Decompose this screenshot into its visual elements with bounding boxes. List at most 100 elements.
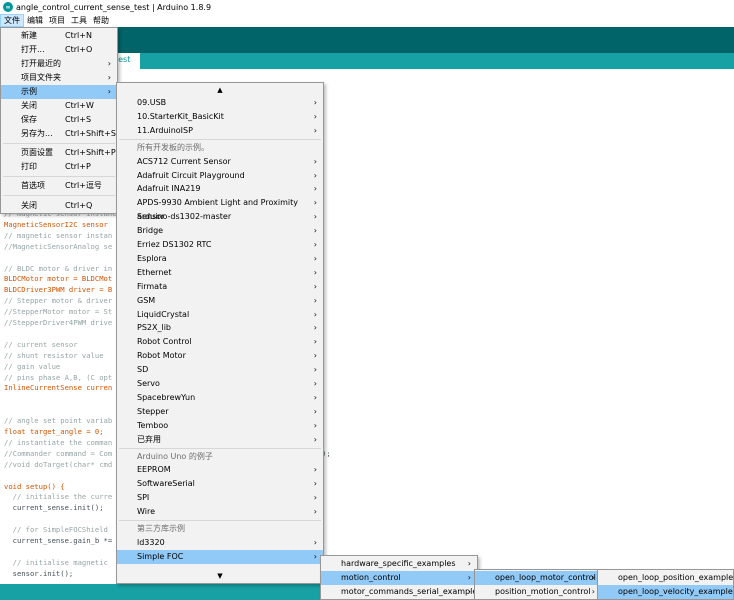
example-item[interactable]: SpacebrewYun › <box>117 391 323 405</box>
menu-item-label: 保存 <box>21 115 37 124</box>
menu-item-label: 关闭 <box>21 101 37 110</box>
menu-item-label: 10.StarterKit_BasicKit <box>137 111 224 121</box>
menu-item-label: 示例 <box>21 87 37 96</box>
example-item[interactable]: GSM › <box>117 294 323 308</box>
example-item[interactable]: Simple FOC › <box>117 549 323 564</box>
example-item[interactable]: APDS-9930 Ambient Light and Proximity Se… <box>117 196 323 221</box>
menu-item-print[interactable]: 打印 Ctrl+P <box>1 160 117 174</box>
code-line: //StepperMotor motor = St <box>4 307 113 317</box>
menu-item-open-loop-position-example[interactable]: open_loop_position_example <box>598 571 733 585</box>
chevron-right-icon: › <box>313 379 317 388</box>
menu-item-motor-commands-serial-examples[interactable]: motor_commands_serial_examples › <box>321 585 481 599</box>
menu-item-label: Simple FOC <box>137 551 184 561</box>
code-line: BLDCMotor motor = BLDCMot <box>4 274 113 284</box>
chevron-right-icon: › <box>467 573 471 582</box>
example-item[interactable]: Servo › <box>117 377 323 391</box>
example-item[interactable]: ld3320 › <box>117 536 323 550</box>
menu-item-page-setup[interactable]: 页面设置 Ctrl+Shift+P <box>1 146 117 160</box>
example-item[interactable]: Temboo › <box>117 419 323 433</box>
code-line: //StepperDriver4PWM drive <box>4 318 113 327</box>
example-item[interactable]: Erriez DS1302 RTC › <box>117 238 323 252</box>
menu-edit[interactable]: 编辑 <box>24 14 46 27</box>
example-item[interactable]: Ethernet › <box>117 266 323 280</box>
example-item[interactable]: 11.ArduinoISP › <box>117 124 323 138</box>
menu-item-label: Ethernet <box>137 267 172 277</box>
example-item[interactable]: 09.USB › <box>117 96 323 110</box>
code-line: InlineCurrentSense curren <box>4 383 113 393</box>
chevron-right-icon: › <box>107 73 111 82</box>
shortcut-label: Ctrl+Shift+S <box>65 129 116 138</box>
menu-item-label: 09.USB <box>137 98 167 107</box>
example-item[interactable]: Firmata › <box>117 280 323 294</box>
example-item[interactable]: LiquidCrystal › <box>117 308 323 322</box>
menu-item-open-loop-motor-control[interactable]: open_loop_motor_control › <box>475 571 601 585</box>
menu-item-label: 打开... <box>21 45 45 54</box>
menu-item-motion-control[interactable]: motion_control › <box>321 571 477 585</box>
menu-file[interactable]: 文件 <box>0 14 24 27</box>
menu-item-label: hardware_specific_examples <box>341 559 456 568</box>
menu-item-close[interactable]: 关闭 Ctrl+W <box>1 99 117 113</box>
chevron-right-icon: › <box>313 337 317 347</box>
menu-item-open[interactable]: 打开... Ctrl+O <box>1 43 117 57</box>
shortcut-label: Ctrl+N <box>65 31 92 40</box>
menu-item-label: Wire <box>137 507 155 517</box>
menu-item-label: Erriez DS1302 RTC <box>137 240 212 249</box>
arduino-logo-icon: ∞ <box>3 2 13 12</box>
chevron-right-icon: › <box>467 587 471 596</box>
menu-item-open-loop-velocity-example[interactable]: open_loop_velocity_example <box>598 585 733 599</box>
file-menu: 新建 Ctrl+N 打开... Ctrl+O 打开最近的 › 项目文件夹 › 示例 › 关… <box>0 27 118 214</box>
menu-item-open-recent[interactable]: 打开最近的 › <box>1 57 117 71</box>
code-line: // BLDC motor & driver in <box>4 263 113 273</box>
menu-item-label: Esplora <box>137 253 167 263</box>
menu-item-position-motion-control[interactable]: position_motion_control › <box>475 585 601 599</box>
example-item[interactable]: ACS712 Current Sensor › <box>117 155 323 169</box>
example-item[interactable]: Adafruit Circuit Playground › <box>117 169 323 183</box>
example-item[interactable]: Wire › <box>117 505 323 519</box>
menu-item-label: Adafruit Circuit Playground <box>137 170 245 180</box>
menu-item-label: position_motion_control <box>495 587 591 596</box>
chevron-right-icon: › <box>313 281 317 291</box>
shortcut-label: Ctrl+W <box>65 101 94 110</box>
example-item[interactable]: Robot Motor › <box>117 349 323 363</box>
chevron-right-icon: › <box>313 537 317 547</box>
chevron-right-icon: › <box>313 198 317 208</box>
menu-separator <box>119 520 321 521</box>
example-item[interactable]: Adafruit INA219 › <box>117 182 323 196</box>
example-item[interactable]: Stepper › <box>117 405 323 419</box>
menu-item-label: 首选项 <box>21 181 45 190</box>
menu-item-examples[interactable]: 示例 › <box>1 85 117 99</box>
chevron-right-icon: › <box>313 551 317 561</box>
menu-item-label: EEPROM <box>137 465 171 475</box>
menu-item-save[interactable]: 保存 Ctrl+S <box>1 113 117 127</box>
scroll-down-arrow[interactable]: ▼ <box>117 570 323 582</box>
menu-item-preferences[interactable]: 首选项 Ctrl+逗号 <box>1 179 117 193</box>
example-item[interactable]: SPI › <box>117 491 323 505</box>
example-item[interactable]: 10.StarterKit_BasicKit › <box>117 110 323 124</box>
example-item[interactable]: SD › <box>117 363 323 377</box>
example-item[interactable]: Bridge › <box>117 224 323 238</box>
chevron-right-icon: › <box>313 434 317 444</box>
chevron-right-icon: › <box>313 253 317 263</box>
menu-tools[interactable]: 工具 <box>68 14 90 27</box>
menu-item-save-as[interactable]: 另存为... Ctrl+Shift+S <box>1 127 117 141</box>
menu-item-sketchbook[interactable]: 项目文件夹 › <box>1 71 117 85</box>
code-line: // angle set point variab <box>4 416 113 426</box>
menu-sketch[interactable]: 项目 <box>46 14 68 27</box>
menu-item-hardware-specific-examples[interactable]: hardware_specific_examples › <box>321 557 477 571</box>
example-item[interactable]: arduino-ds1302-master › <box>117 210 323 224</box>
menu-separator <box>3 143 115 144</box>
code-line: // initialise magnetic <box>4 557 108 567</box>
example-item[interactable]: SoftwareSerial › <box>117 477 323 491</box>
example-item[interactable]: PS2X_lib › <box>117 321 323 335</box>
menu-item-quit[interactable]: 关闭 Ctrl+Q <box>1 199 117 213</box>
example-item[interactable]: EEPROM › <box>117 463 323 477</box>
shortcut-label: Ctrl+Shift+P <box>65 148 116 157</box>
menu-item-label: SD <box>137 365 149 375</box>
example-item[interactable]: Robot Control › <box>117 335 323 349</box>
scroll-up-arrow[interactable]: ▲ <box>117 84 323 96</box>
example-item[interactable]: 已弃用 › <box>117 433 323 447</box>
menu-item-new[interactable]: 新建 Ctrl+N <box>1 29 117 43</box>
menu-help[interactable]: 帮助 <box>90 14 112 27</box>
example-item[interactable]: Esplora › <box>117 252 323 266</box>
code-line: // magnetic sensor instan <box>4 230 113 240</box>
